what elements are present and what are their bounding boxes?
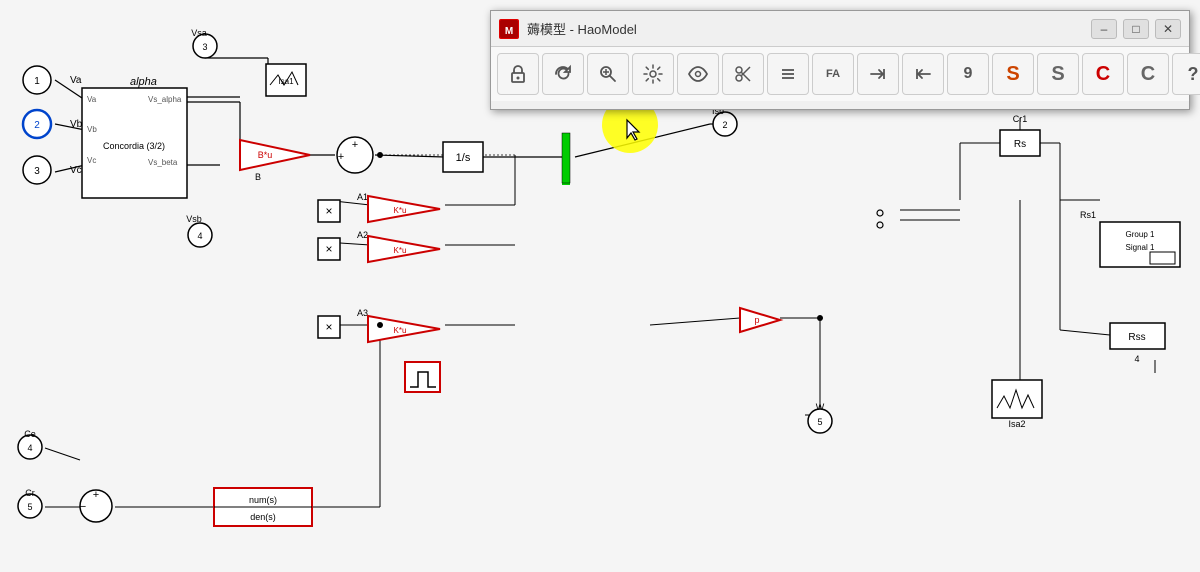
svg-text:Vb: Vb (87, 125, 97, 134)
close-button[interactable]: ✕ (1155, 19, 1181, 39)
window-controls: – □ ✕ (1091, 19, 1181, 39)
refresh-button[interactable] (542, 53, 584, 95)
svg-text:den(s): den(s) (250, 512, 276, 522)
svg-text:Signal 1: Signal 1 (1126, 243, 1155, 252)
svg-text:3: 3 (34, 166, 40, 177)
svg-text:−: − (80, 501, 86, 513)
svg-text:A2: A2 (357, 230, 368, 240)
svg-text:5: 5 (817, 417, 822, 427)
svg-text:K*u: K*u (394, 326, 407, 335)
svg-text:Rs1: Rs1 (1080, 210, 1096, 220)
lock-button[interactable] (497, 53, 539, 95)
svg-text:M: M (505, 26, 513, 37)
svg-text:A1: A1 (357, 192, 368, 202)
svg-text:Isa2: Isa2 (1008, 419, 1025, 429)
svg-text:Group 1: Group 1 (1126, 230, 1155, 239)
svg-text:+: + (352, 139, 358, 151)
svg-text:Vsa: Vsa (191, 28, 207, 38)
svg-text:Va: Va (70, 75, 82, 86)
svg-text:Vc: Vc (70, 165, 82, 176)
svg-text:A3: A3 (357, 308, 368, 318)
svg-text:Vsb: Vsb (186, 214, 202, 224)
c2-button[interactable]: C (1127, 53, 1169, 95)
svg-text:×: × (325, 320, 332, 334)
svg-text:Va: Va (87, 95, 97, 104)
svg-text:Vs_alpha: Vs_alpha (148, 95, 182, 104)
maximize-button[interactable]: □ (1123, 19, 1149, 39)
c1-button[interactable]: C (1082, 53, 1124, 95)
svg-text:num(s): num(s) (249, 495, 277, 505)
svg-text:×: × (325, 242, 332, 256)
matlab-icon: M (499, 19, 519, 39)
window-titlebar: M 薅模型 - HaoModel – □ ✕ (491, 11, 1189, 47)
settings-button[interactable] (632, 53, 674, 95)
svg-text:Concordia (3/2): Concordia (3/2) (103, 141, 165, 151)
svg-text:5: 5 (27, 502, 32, 512)
svg-text:K*u: K*u (394, 206, 407, 215)
svg-text:2: 2 (722, 120, 727, 130)
svg-text:W: W (816, 402, 825, 412)
svg-text:1/s: 1/s (456, 152, 471, 164)
num9-button[interactable]: 9 (947, 53, 989, 95)
svg-text:B*u: B*u (258, 150, 273, 160)
minimize-button[interactable]: – (1091, 19, 1117, 39)
svg-text:B: B (255, 172, 261, 182)
fa-button[interactable]: FA (812, 53, 854, 95)
svg-text:2: 2 (34, 120, 40, 131)
svg-text:1: 1 (34, 76, 40, 87)
window-toolbar: FA 9 S S C C ? (491, 47, 1189, 101)
arrow-right-button[interactable] (857, 53, 899, 95)
help-button[interactable]: ? (1172, 53, 1200, 95)
window-overlay: M 薅模型 - HaoModel – □ ✕ (490, 10, 1190, 110)
list-button[interactable] (767, 53, 809, 95)
zoom-button[interactable] (587, 53, 629, 95)
svg-text:3: 3 (202, 42, 207, 52)
svg-text:Vs_beta: Vs_beta (148, 158, 178, 167)
svg-text:alpha: alpha (130, 76, 157, 88)
window-title: 薅模型 - HaoModel (527, 19, 1083, 38)
s1-button[interactable]: S (992, 53, 1034, 95)
svg-text:Rs: Rs (1014, 139, 1026, 150)
arrow-left-button[interactable] (902, 53, 944, 95)
svg-text:4: 4 (197, 231, 202, 241)
svg-text:Rss: Rss (1128, 332, 1145, 343)
svg-text:×: × (325, 204, 332, 218)
s2-button[interactable]: S (1037, 53, 1079, 95)
svg-text:Vc: Vc (87, 156, 96, 165)
svg-text:4: 4 (27, 443, 32, 453)
svg-text:Cr: Cr (25, 488, 35, 498)
svg-text:+: + (338, 151, 344, 163)
svg-text:p: p (754, 315, 759, 325)
svg-text:Ce: Ce (24, 429, 36, 439)
svg-text:Cr1: Cr1 (1013, 114, 1028, 124)
svg-text:+: + (93, 489, 99, 501)
svg-text:K*u: K*u (394, 246, 407, 255)
svg-text:4: 4 (1134, 354, 1139, 364)
scissors-button[interactable] (722, 53, 764, 95)
svg-text:Vb: Vb (70, 119, 83, 130)
view-button[interactable] (677, 53, 719, 95)
